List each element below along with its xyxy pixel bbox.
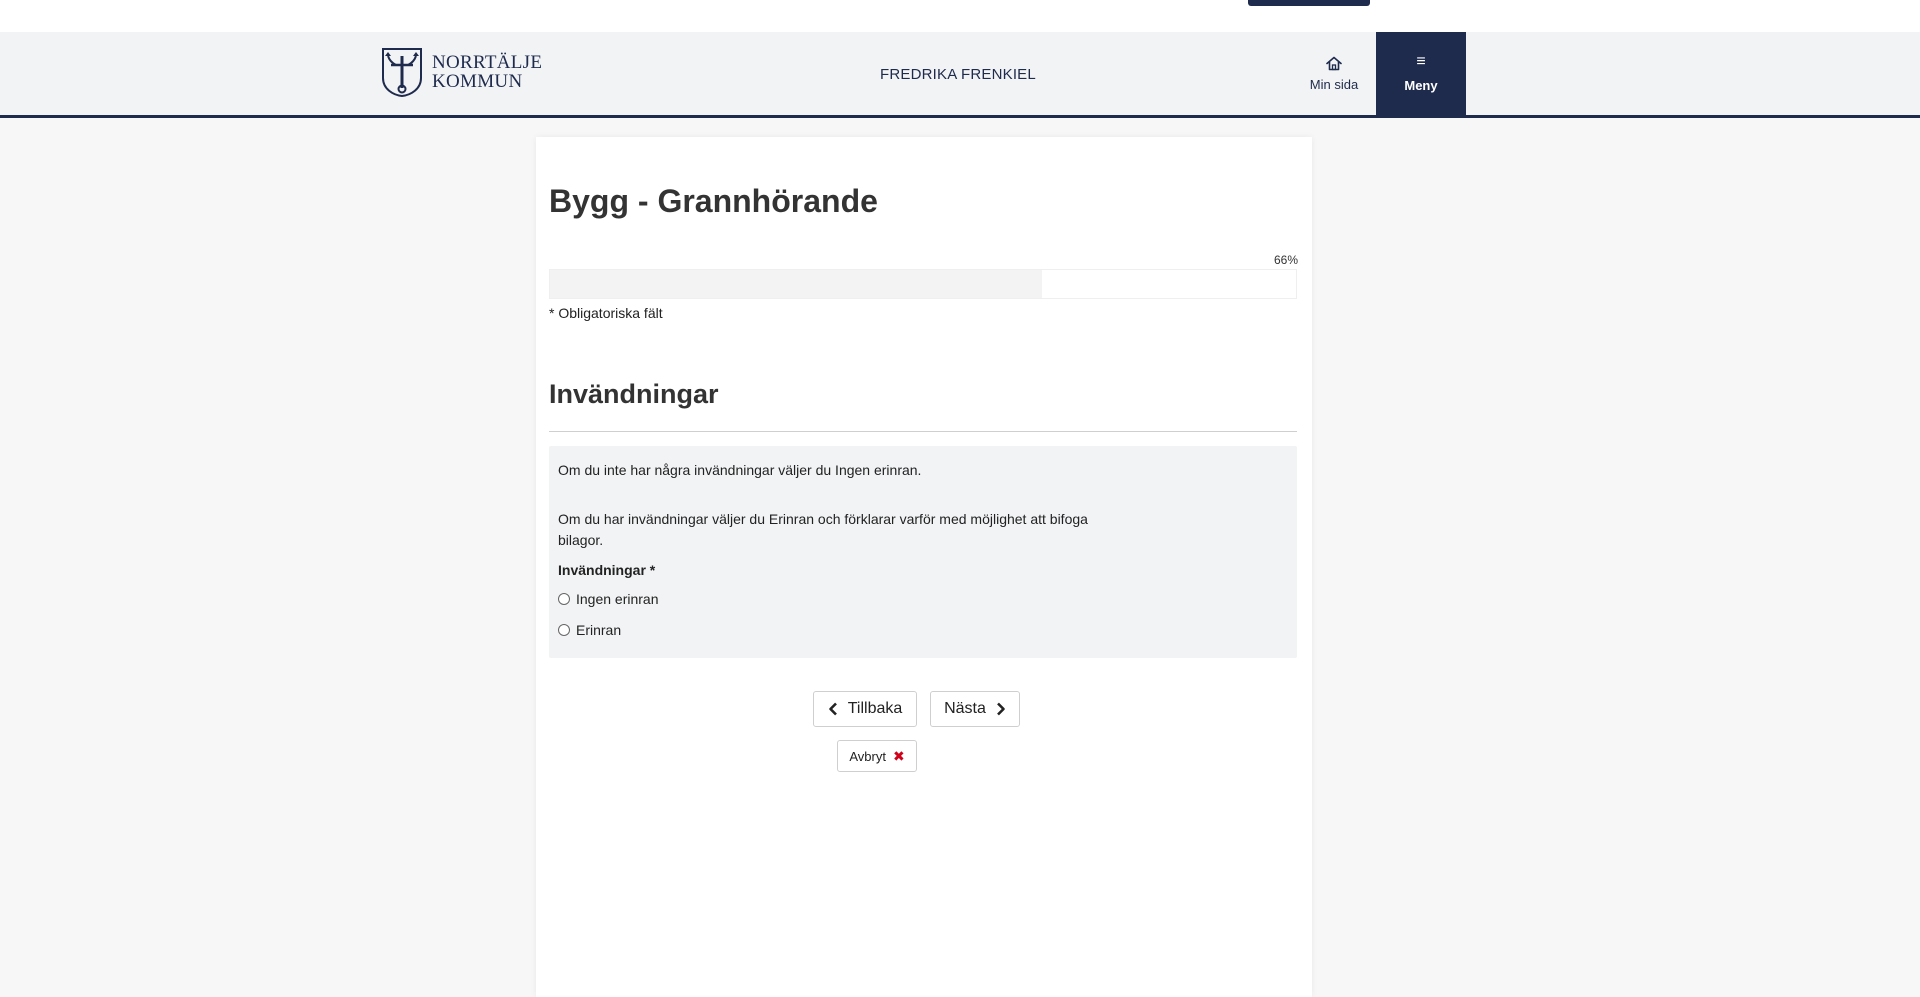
logo-line1: NORRTÄLJE [432, 52, 543, 73]
norrtalje-logo[interactable]: NORRTÄLJE KOMMUN [380, 46, 542, 98]
radio-button[interactable] [558, 593, 570, 605]
progress-bar [549, 269, 1297, 299]
logo-text: NORRTÄLJE KOMMUN [432, 53, 542, 91]
next-label: Nästa [944, 700, 986, 717]
radio-button[interactable] [558, 624, 570, 636]
cancel-button[interactable]: Avbryt ✖ [837, 740, 917, 772]
hamburger-icon: ≡ [1416, 53, 1426, 70]
anchor-shield-icon [382, 48, 422, 98]
progress-fill [550, 270, 1043, 298]
info-text-1: Om du inte har några invändningar väljer… [558, 462, 922, 478]
info-text-2: Om du har invändningar väljer du Erinran… [558, 511, 1088, 548]
required-fields-note: * Obligatoriska fält [549, 305, 663, 321]
home-icon [1326, 56, 1342, 70]
radio-option-no-objection[interactable]: Ingen erinran [558, 591, 659, 607]
section-title: Invändningar [549, 379, 719, 409]
objections-panel: Om du inte har några invändningar väljer… [549, 446, 1297, 658]
user-name: FREDRIKA FRENKIEL [880, 66, 1036, 83]
site-header: NORRTÄLJE KOMMUN FREDRIKA FRENKIEL Min s… [0, 32, 1920, 118]
top-tab-stub[interactable] [1248, 0, 1370, 6]
progress-label: 66% [1273, 253, 1298, 267]
top-strip [0, 0, 1920, 32]
next-button[interactable]: Nästa [930, 691, 1020, 727]
my-page-button[interactable]: Min sida [1290, 32, 1378, 115]
my-page-label: Min sida [1309, 76, 1359, 92]
back-button[interactable]: Tillbaka [813, 691, 917, 727]
radio-label: Erinran [576, 622, 622, 638]
chevron-right-icon [996, 702, 1005, 716]
close-icon: ✖ [892, 747, 905, 764]
radio-option-objection[interactable]: Erinran [558, 622, 621, 638]
objections-field-label: Invändningar * [558, 562, 656, 578]
menu-label: Meny [1404, 78, 1438, 93]
section-divider [549, 431, 1297, 432]
radio-label: Ingen erinran [576, 591, 659, 607]
page-title: Bygg - Grannhörande [549, 183, 878, 219]
cancel-label: Avbryt [849, 748, 886, 764]
menu-button[interactable]: ≡ Meny [1376, 32, 1466, 115]
logo-line2: KOMMUN [432, 71, 523, 92]
back-label: Tillbaka [847, 700, 903, 717]
chevron-left-icon [828, 702, 837, 716]
form-card: Bygg - Grannhörande 66% * Obligatoriska … [536, 137, 1312, 997]
